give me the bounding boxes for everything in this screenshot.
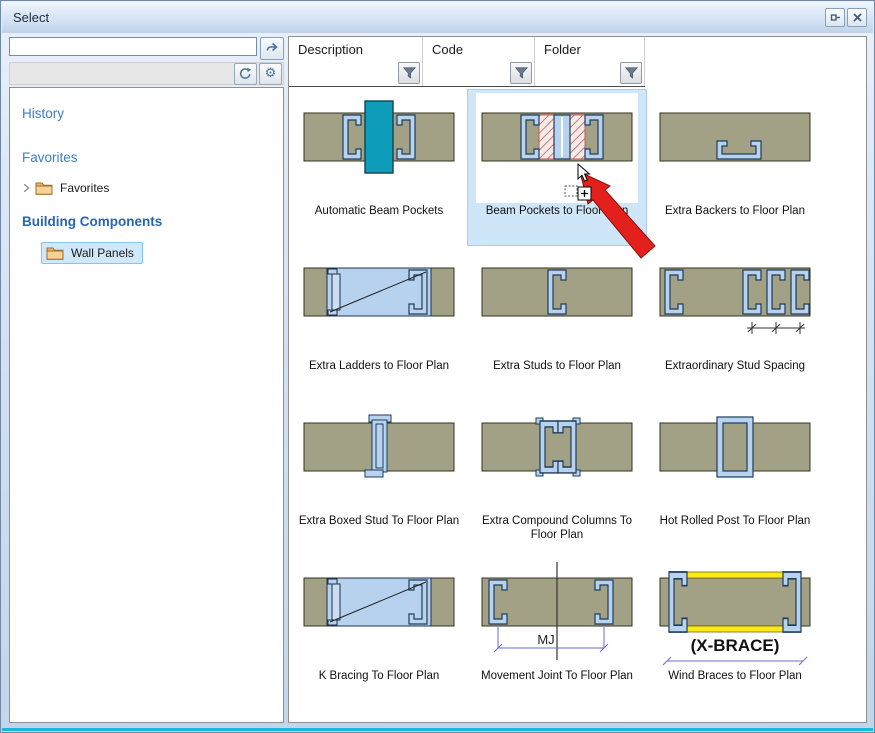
component-tile-movement-joint-to-floor-plan[interactable]: MJ Movement Joint To Floor Plan bbox=[468, 555, 646, 710]
component-tile-extra-ladders-to-floor-plan[interactable]: Extra Ladders to Floor Plan bbox=[290, 245, 468, 400]
column-label: Description bbox=[289, 37, 422, 57]
thumbnail-automatic-beam-pockets bbox=[299, 93, 459, 203]
component-tile-extra-studs-to-floor-plan[interactable]: Extra Studs to Floor Plan bbox=[468, 245, 646, 400]
select-dialog: Select bbox=[0, 0, 875, 733]
x-brace-annotation: (X-BRACE) bbox=[691, 636, 780, 655]
component-label: Beam Pockets to Floor Plan bbox=[486, 205, 629, 219]
thumbnail-movement-joint-to-floor-plan: MJ bbox=[477, 558, 637, 668]
component-label: Wind Braces to Floor Plan bbox=[668, 670, 802, 684]
close-button[interactable] bbox=[847, 8, 867, 27]
tree-item-favorites-folder[interactable]: Favorites bbox=[23, 180, 111, 196]
thumbnail-extra-ladders-to-floor-plan bbox=[299, 248, 459, 358]
close-icon bbox=[853, 13, 862, 22]
folder-icon bbox=[35, 181, 53, 195]
filter-button-description[interactable] bbox=[398, 62, 420, 84]
column-headers: Description Code Folder bbox=[289, 37, 645, 87]
mj-annotation: MJ bbox=[537, 632, 554, 647]
thumbnail-beam-pockets-to-floor-plan bbox=[477, 93, 637, 203]
component-label: Movement Joint To Floor Plan bbox=[481, 670, 633, 684]
component-browser-panel: Description Code Folder bbox=[288, 36, 867, 723]
thumbnail-extra-boxed-stud-to-floor-plan bbox=[299, 403, 459, 513]
tree-item-label: Favorites bbox=[58, 180, 111, 196]
thumbnail-wind-braces-to-floor-plan: (X-BRACE) bbox=[655, 558, 815, 668]
component-label: Hot Rolled Post To Floor Plan bbox=[660, 515, 811, 529]
column-header-description[interactable]: Description bbox=[289, 37, 423, 86]
thumbnail-extra-studs-to-floor-plan bbox=[477, 248, 637, 358]
tree-toolbar: ⚙ bbox=[9, 62, 284, 85]
column-header-folder[interactable]: Folder bbox=[535, 37, 645, 86]
component-label: Extra Studs to Floor Plan bbox=[493, 360, 621, 374]
window-bottom-edge bbox=[2, 728, 873, 731]
refresh-icon bbox=[239, 67, 252, 80]
auto-hide-pin-button[interactable] bbox=[825, 8, 845, 27]
thumbnail-extra-backers-to-floor-plan bbox=[655, 93, 815, 203]
tree-section-favorites[interactable]: Favorites bbox=[22, 150, 78, 165]
component-tile-wind-braces-to-floor-plan[interactable]: (X-BRACE) Wind Braces to Floor Plan bbox=[646, 555, 824, 710]
funnel-icon bbox=[403, 67, 416, 79]
title-bar[interactable]: Select bbox=[2, 2, 873, 33]
thumbnail-extra-compound-columns-to-floor-plan bbox=[477, 403, 637, 513]
component-label: Extra Backers to Floor Plan bbox=[665, 205, 805, 219]
thumbnail-hot-rolled-post-to-floor-plan bbox=[655, 403, 815, 513]
component-tile-hot-rolled-post-to-floor-plan[interactable]: Hot Rolled Post To Floor Plan bbox=[646, 400, 824, 555]
window-title: Select bbox=[13, 10, 49, 25]
funnel-icon bbox=[625, 67, 638, 79]
component-grid: Automatic Beam Pockets Beam Pockets to F… bbox=[290, 90, 824, 710]
search-go-button[interactable] bbox=[260, 37, 284, 60]
component-label: Extraordinary Stud Spacing bbox=[665, 360, 805, 374]
column-header-code[interactable]: Code bbox=[423, 37, 535, 86]
filter-button-code[interactable] bbox=[510, 62, 532, 84]
component-tile-extra-boxed-stud-to-floor-plan[interactable]: Extra Boxed Stud To Floor Plan bbox=[290, 400, 468, 555]
thumbnail-extraordinary-stud-spacing bbox=[655, 248, 815, 358]
component-tile-automatic-beam-pockets[interactable]: Automatic Beam Pockets bbox=[290, 90, 468, 245]
component-label: Extra Compound Columns To Floor Plan bbox=[471, 515, 643, 543]
funnel-icon bbox=[515, 67, 528, 79]
filter-button-folder[interactable] bbox=[620, 62, 642, 84]
go-arrow-icon bbox=[266, 42, 279, 55]
column-label: Code bbox=[423, 37, 534, 57]
component-label: Automatic Beam Pockets bbox=[315, 205, 443, 219]
thumbnail-k-bracing-to-floor-plan bbox=[299, 558, 459, 668]
pin-icon bbox=[830, 12, 841, 23]
refresh-button[interactable] bbox=[234, 63, 257, 85]
navigation-tree: History Favorites Favorites Building Com… bbox=[9, 87, 284, 723]
tree-item-wall-panels[interactable]: Wall Panels bbox=[41, 242, 143, 264]
component-tile-extra-compound-columns-to-floor-plan[interactable]: Extra Compound Columns To Floor Plan bbox=[468, 400, 646, 555]
search-input[interactable] bbox=[9, 37, 257, 56]
chevron-right-icon[interactable] bbox=[23, 183, 30, 193]
tree-section-building-components[interactable]: Building Components bbox=[22, 214, 162, 229]
component-tile-extra-backers-to-floor-plan[interactable]: Extra Backers to Floor Plan bbox=[646, 90, 824, 245]
component-label: Extra Boxed Stud To Floor Plan bbox=[299, 515, 459, 529]
folder-icon bbox=[46, 246, 64, 260]
component-tile-k-bracing-to-floor-plan[interactable]: K Bracing To Floor Plan bbox=[290, 555, 468, 710]
component-label: K Bracing To Floor Plan bbox=[319, 670, 440, 684]
gear-icon: ⚙ bbox=[265, 67, 277, 80]
settings-button[interactable]: ⚙ bbox=[259, 63, 282, 85]
component-label: Extra Ladders to Floor Plan bbox=[309, 360, 449, 374]
component-tile-extraordinary-stud-spacing[interactable]: Extraordinary Stud Spacing bbox=[646, 245, 824, 400]
tree-section-history[interactable]: History bbox=[22, 106, 64, 121]
tree-item-label: Wall Panels bbox=[69, 245, 136, 261]
column-label: Folder bbox=[535, 37, 644, 57]
component-tile-beam-pockets-to-floor-plan[interactable]: Beam Pockets to Floor Plan bbox=[468, 90, 646, 245]
